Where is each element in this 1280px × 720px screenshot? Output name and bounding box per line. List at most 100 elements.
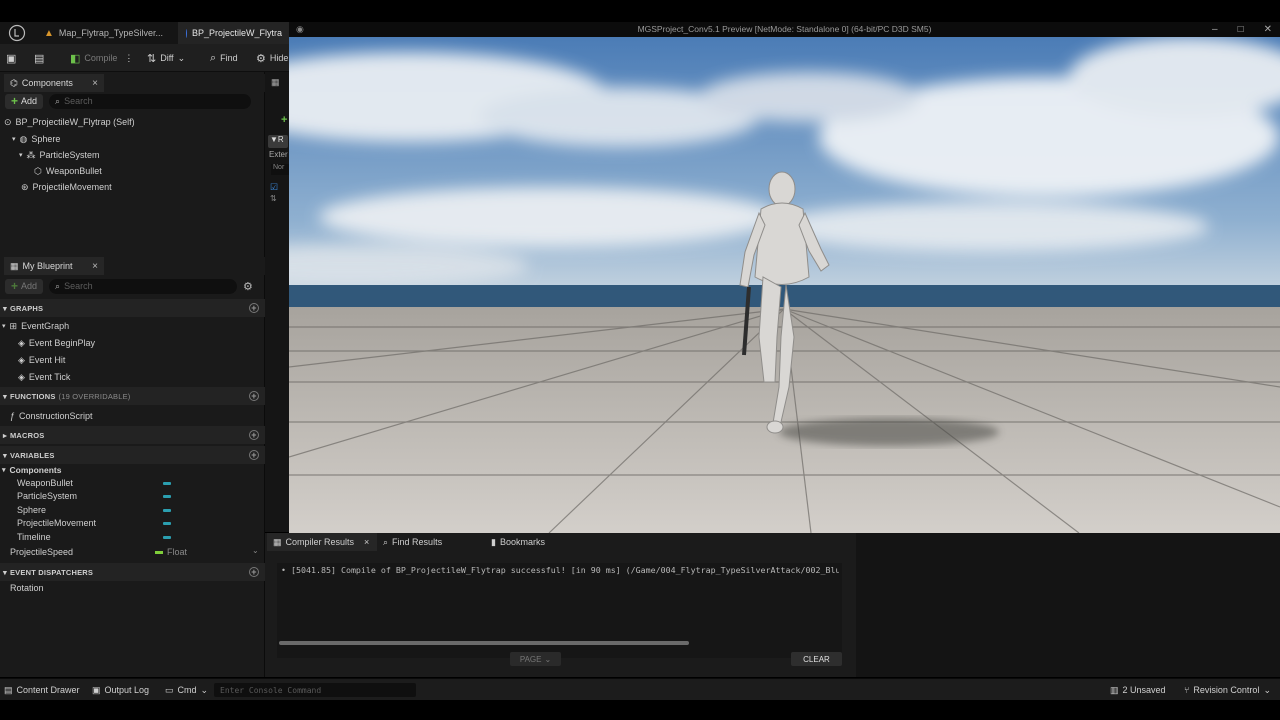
graphs-section-header[interactable]: ▾ GRAPHS +	[0, 299, 265, 317]
output-log-icon: ▣	[92, 684, 101, 695]
tree-item-projectilemovement[interactable]: ⊛ ProjectileMovement	[21, 179, 112, 195]
tree-item-self[interactable]: ⊙ BP_ProjectileW_Flytrap (Self)	[4, 114, 135, 130]
preview-window-titlebar: ◉ MGSProject_Conv5.1 Preview [NetMode: S…	[289, 22, 1280, 37]
chevron-down-icon: ▾	[19, 152, 23, 159]
tab-components[interactable]: ⌬ Components ×	[4, 74, 104, 92]
variable-type-pill	[163, 509, 171, 512]
details-icon: ▦	[271, 77, 280, 87]
plus-icon: +	[11, 279, 19, 293]
graph-item-eventgraph[interactable]: ▾ ⊞ EventGraph	[2, 319, 69, 333]
details-expand-button[interactable]: ▼R	[268, 135, 288, 148]
macros-section-header[interactable]: ▸ MACROS +	[0, 426, 265, 444]
browse-button[interactable]: ▤	[34, 50, 44, 66]
bookmark-icon: ▮	[491, 536, 496, 547]
clear-button[interactable]: CLEAR	[791, 652, 842, 666]
variables-section-header[interactable]: ▾ VARIABLES +	[0, 446, 265, 464]
graph-item-eventtick[interactable]: ◈ Event Tick	[18, 370, 70, 384]
close-icon[interactable]: ✕	[1264, 22, 1272, 37]
diff-button[interactable]: ⇅ Diff ⌄	[147, 50, 185, 66]
plus-icon[interactable]: +	[281, 114, 287, 126]
tab-blueprint[interactable]: BP_ProjectileW_Flytra	[178, 22, 290, 44]
tab-bookmarks[interactable]: ▮ Bookmarks	[485, 533, 551, 551]
variable-group-components[interactable]: ▾ Components	[2, 463, 61, 477]
variable-item[interactable]: ParticleSystem	[17, 489, 77, 503]
tab-map[interactable]: ▲ Map_Flytrap_TypeSilver...	[36, 22, 176, 44]
graph-item-eventhit[interactable]: ◈ Event Hit	[18, 353, 65, 367]
tree-item-weaponbullet[interactable]: ⬡ WeaponBullet	[34, 163, 102, 179]
variables-header: VARIABLES	[9, 450, 55, 460]
tree-label: ParticleSystem	[39, 150, 100, 160]
unsaved-label: 2 Unsaved	[1122, 685, 1166, 695]
revision-control-button[interactable]: ⑂ Revision Control ⌄	[1184, 683, 1271, 697]
tab-find-results[interactable]: ⌕ Find Results	[377, 533, 448, 551]
plus-icon: +	[11, 94, 19, 108]
log-text: [5041.85] Compile of BP_ProjectileW_Flyt…	[291, 565, 839, 575]
bottom-panel: ▦ Compiler Results × ⌕ Find Results ▮ Bo…	[265, 533, 856, 677]
hide-button[interactable]: ⚙ Hide	[256, 50, 288, 66]
variable-type-float[interactable]: Float	[155, 545, 187, 559]
variable-label: ProjectileMovement	[17, 518, 97, 528]
cmd-dropdown[interactable]: ▭ Cmd ⌄	[165, 683, 208, 697]
console-input[interactable]: Enter Console Command	[214, 683, 416, 697]
page-dropdown[interactable]: PAGE ⌄	[510, 652, 561, 666]
add-graph-icon[interactable]: +	[249, 303, 259, 313]
variable-item[interactable]: Sphere	[17, 503, 46, 517]
macros-header: MACROS	[9, 430, 45, 440]
checkbox-icon[interactable]: ☑	[270, 182, 278, 193]
close-icon[interactable]: ×	[92, 78, 98, 89]
compile-options-icon[interactable]: ⋮	[124, 53, 133, 64]
sort-arrows-icon[interactable]: ⇅	[270, 194, 277, 203]
myblueprint-panel-header: ▦ My Blueprint ×	[0, 257, 265, 275]
function-item-constructionscript[interactable]: ƒ ConstructionScript	[10, 409, 93, 423]
dispatchers-section-header[interactable]: ▾ EVENT DISPATCHERS +	[0, 563, 265, 581]
sphere-icon: ◍	[19, 133, 28, 144]
tree-item-sphere[interactable]: ▾ ◍ Sphere	[12, 131, 60, 147]
game-viewport[interactable]	[289, 37, 1280, 533]
actor-icon: ⊙	[4, 116, 12, 127]
find-button[interactable]: ⌕ Find	[210, 50, 238, 66]
tab-label: Find Results	[392, 537, 443, 547]
components-panel-header: ⌬ Components ×	[0, 74, 265, 92]
chevron-down-icon: ⌄	[1263, 684, 1271, 695]
close-icon[interactable]: ×	[92, 261, 98, 272]
tab-my-blueprint[interactable]: ▦ My Blueprint ×	[4, 257, 104, 275]
variable-item-projectilespeed[interactable]: ProjectileSpeed	[10, 545, 73, 559]
bottom-empty-area	[856, 533, 1280, 677]
unsaved-button[interactable]: ▥ 2 Unsaved	[1110, 683, 1166, 697]
add-variable-icon[interactable]: +	[249, 450, 259, 460]
unreal-logo[interactable]	[0, 22, 36, 44]
close-icon[interactable]: ×	[364, 537, 369, 547]
save-button[interactable]: ▣	[6, 50, 16, 66]
content-drawer-button[interactable]: ▤ Content Drawer	[4, 683, 80, 697]
add-dispatcher-icon[interactable]: +	[249, 567, 259, 577]
search-placeholder: Search	[64, 281, 93, 291]
variable-item[interactable]: WeaponBullet	[17, 476, 73, 490]
clear-label: CLEAR	[803, 654, 830, 664]
components-icon: ⌬	[10, 77, 18, 88]
myblueprint-search-input[interactable]: ⌕ Search	[49, 278, 238, 294]
chevron-down-icon[interactable]: ⌄	[252, 546, 259, 555]
components-search-input[interactable]: ⌕ Search	[49, 93, 252, 109]
add-function-icon[interactable]: +	[249, 391, 259, 401]
output-log-button[interactable]: ▣ Output Log	[92, 683, 149, 697]
variable-item[interactable]: ProjectileMovement	[17, 516, 96, 530]
compile-button[interactable]: ◧ Compile ⋮	[70, 50, 133, 66]
functions-section-header[interactable]: ▾ FUNCTIONS (19 OVERRIDABLE) +	[0, 387, 265, 405]
settings-gear-icon[interactable]: ⚙	[243, 280, 253, 293]
variable-label: Timeline	[17, 532, 51, 542]
graph-item-beginplay[interactable]: ◈ Event BeginPlay	[18, 336, 95, 350]
horizontal-scrollbar[interactable]	[279, 641, 689, 645]
add-component-button[interactable]: + Add	[5, 93, 44, 109]
variable-group-label: Components	[9, 465, 62, 475]
details-field[interactable]: Nor	[271, 164, 289, 175]
tab-compiler-results[interactable]: ▦ Compiler Results ×	[267, 533, 377, 551]
tree-item-particlesystem[interactable]: ▾ ⁂ ParticleSystem	[19, 147, 100, 163]
preview-window-title: MGSProject_Conv5.1 Preview [NetMode: Sta…	[637, 24, 932, 34]
add-member-button[interactable]: + Add	[5, 278, 44, 294]
maximize-icon[interactable]: □	[1238, 22, 1244, 37]
dispatcher-item-rotation[interactable]: Rotation	[10, 581, 44, 595]
add-macro-icon[interactable]: +	[249, 430, 259, 440]
graphs-header: GRAPHS	[9, 303, 44, 313]
variable-item[interactable]: Timeline	[17, 530, 51, 544]
minimize-icon[interactable]: –	[1212, 22, 1218, 37]
